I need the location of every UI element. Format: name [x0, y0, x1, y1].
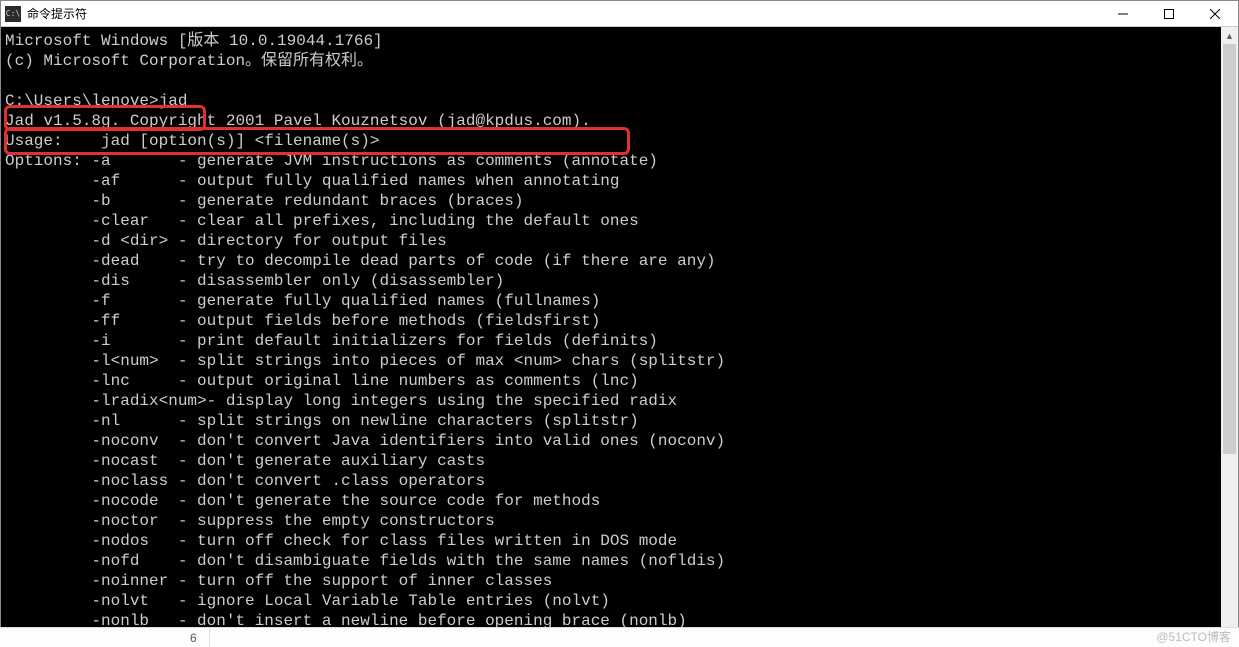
maximize-button[interactable] [1146, 1, 1192, 27]
editor-statusbar: 6 [0, 627, 1239, 647]
statusbar-number: 6 [178, 628, 210, 647]
scroll-thumb[interactable] [1223, 44, 1236, 454]
titlebar-left: C:\ 命令提示符 [1, 5, 87, 22]
terminal-output: Microsoft Windows [版本 10.0.19044.1766] (… [1, 27, 1238, 631]
minimize-button[interactable] [1100, 1, 1146, 27]
titlebar[interactable]: C:\ 命令提示符 [1, 1, 1238, 27]
app-icon: C:\ [5, 6, 21, 22]
close-button[interactable] [1192, 1, 1238, 27]
cmd-window: C:\ 命令提示符 Microsoft Windows [版本 10.0.190… [0, 0, 1239, 647]
vertical-scrollbar[interactable]: ▲ ▼ [1221, 27, 1238, 646]
scroll-up-button[interactable]: ▲ [1221, 27, 1238, 44]
watermark: @51CTO博客 [1156, 628, 1231, 645]
window-controls [1100, 1, 1238, 27]
window-title: 命令提示符 [27, 5, 87, 22]
terminal-area[interactable]: Microsoft Windows [版本 10.0.19044.1766] (… [1, 27, 1238, 646]
scroll-track[interactable] [1221, 44, 1238, 629]
